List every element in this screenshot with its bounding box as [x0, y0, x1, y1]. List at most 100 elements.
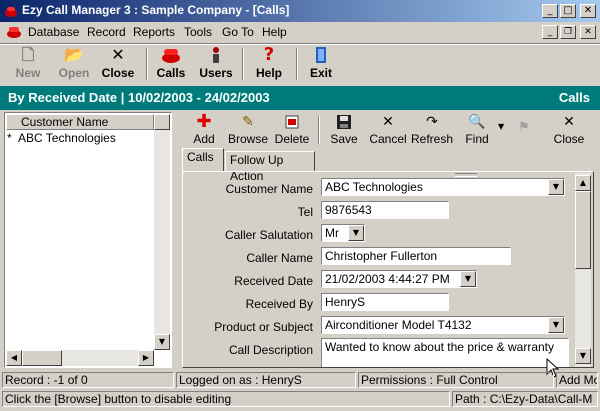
received-by-value: HenryS	[325, 295, 366, 309]
column-header-label: Customer Name	[21, 115, 109, 129]
open-folder-icon: 📂	[64, 45, 84, 64]
form-scroll-thumb[interactable]	[575, 191, 591, 269]
calls-label: Calls	[156, 66, 186, 80]
form-scroll-down-arrow-icon[interactable]: ▼	[575, 348, 591, 364]
calls-form: Customer Name ABC Technologies ▼ Tel 987…	[182, 171, 594, 368]
menu-bar: Database Record Reports Tools Go To Help…	[0, 22, 600, 42]
caller-name-field[interactable]: Christopher Fullerton	[321, 247, 511, 265]
window-title: Ezy Call Manager 3 : Sample Company - [C…	[22, 3, 290, 17]
tab-follow-up-action[interactable]: Follow Up Action	[225, 151, 315, 183]
maximize-button[interactable]: □	[560, 4, 576, 18]
tab-calls[interactable]: Calls	[182, 148, 224, 172]
exit-button[interactable]: Exit	[304, 46, 338, 84]
users-button[interactable]: Users	[196, 46, 236, 84]
menu-tools[interactable]: Tools	[184, 25, 212, 39]
find-button[interactable]: 🔍 Find	[460, 114, 494, 146]
browse-label: Browse	[227, 132, 268, 146]
mdi-restore-button[interactable]: ❐	[560, 25, 576, 39]
delete-button[interactable]: Delete	[272, 114, 312, 146]
menu-record[interactable]: Record	[87, 25, 126, 39]
salutation-dropdown-icon[interactable]: ▼	[348, 225, 364, 241]
product-select[interactable]: Airconditioner Model T4132	[321, 316, 565, 334]
column-header-customer-name[interactable]: Customer Name	[6, 114, 154, 130]
salutation-value: Mr	[325, 226, 339, 240]
minimize-button[interactable]: _	[542, 4, 558, 18]
user-icon	[213, 47, 219, 63]
cancel-button[interactable]: ✕ Cancel	[368, 114, 408, 146]
menu-database[interactable]: Database	[28, 25, 79, 39]
close-x-icon: ✕	[111, 45, 125, 64]
record-status: Record : -1 of 0	[2, 372, 174, 388]
delete-icon	[285, 115, 299, 129]
record-status-text: Record : -1 of 0	[5, 373, 88, 387]
exit-label: Exit	[309, 66, 332, 80]
product-value: Airconditioner Model T4132	[325, 318, 472, 332]
add-button[interactable]: ✚ Add	[186, 111, 222, 147]
band-module: Calls	[558, 90, 590, 105]
mdi-minimize-button[interactable]: _	[542, 25, 558, 39]
form-close-x-icon: ✕	[563, 114, 575, 130]
help-button[interactable]: ? Help	[250, 46, 288, 84]
refresh-button[interactable]: ↷ Refresh	[410, 114, 454, 146]
form-close-button[interactable]: ✕ Close	[550, 114, 588, 146]
exit-door-icon	[316, 47, 326, 63]
menu-help[interactable]: Help	[262, 25, 287, 39]
date-dropdown-icon[interactable]: ▼	[460, 271, 476, 287]
toolbar-separator	[296, 48, 298, 80]
scroll-right-arrow-icon[interactable]: ▶	[138, 350, 154, 366]
customer-name-value: ABC Technologies	[325, 180, 423, 194]
browse-button[interactable]: ✎ Browse	[226, 114, 270, 146]
delete-label: Delete	[274, 132, 310, 146]
cancel-label: Cancel	[369, 132, 407, 146]
flag-icon: ⚑	[518, 120, 530, 135]
mdi-close-button[interactable]: ✕	[580, 25, 596, 39]
customer-list[interactable]: Customer Name * ABC Technologies ▼ ◀ ▶	[4, 112, 172, 368]
refresh-label: Refresh	[410, 132, 454, 146]
new-button[interactable]: 🗋 New	[10, 46, 46, 84]
divider	[0, 44, 600, 45]
received-date-picker[interactable]: 21/02/2003 4:44:27 PM	[321, 270, 477, 288]
product-dropdown-icon[interactable]: ▼	[548, 317, 564, 333]
floppy-disk-icon	[337, 115, 351, 129]
caller-name-value: Christopher Fullerton	[325, 249, 438, 263]
calls-button[interactable]: Calls	[152, 46, 190, 84]
form-scroll-up-arrow-icon[interactable]: ▲	[575, 175, 591, 191]
column-selector-button[interactable]	[154, 114, 170, 130]
call-description-textarea[interactable]: Wanted to know about the price & warrant…	[321, 338, 569, 367]
title-bar: Ezy Call Manager 3 : Sample Company - [C…	[0, 0, 600, 22]
find-magnifier-icon: 🔍	[468, 114, 486, 130]
received-by-field[interactable]: HenryS	[321, 293, 449, 311]
received-date-value: 21/02/2003 4:44:27 PM	[325, 272, 450, 286]
path-status: Path : C:\Ezy-Data\Call-M	[452, 391, 598, 407]
form-close-label: Close	[553, 132, 585, 146]
received-date-label: Received Date	[234, 274, 313, 288]
horizontal-scroll-thumb[interactable]	[22, 350, 62, 366]
scroll-down-arrow-icon[interactable]: ▼	[154, 334, 170, 350]
call-description-value: Wanted to know about the price & warrant…	[325, 340, 555, 354]
band-title: By Received Date | 10/02/2003 - 24/02/20…	[8, 90, 270, 105]
help-question-icon: ?	[263, 44, 275, 65]
row-customer-name: ABC Technologies	[18, 131, 116, 145]
save-button[interactable]: Save	[326, 114, 362, 146]
open-button[interactable]: 📂 Open	[54, 46, 94, 84]
customer-name-select[interactable]: ABC Technologies	[321, 178, 565, 196]
menu-reports[interactable]: Reports	[133, 25, 175, 39]
tab-calls-label: Calls	[187, 150, 214, 164]
plus-icon: ✚	[196, 111, 212, 132]
find-dropdown-arrow-icon[interactable]: ▼	[498, 122, 504, 131]
menu-goto[interactable]: Go To	[222, 25, 254, 39]
users-label: Users	[199, 66, 233, 80]
vertical-scrollbar[interactable]	[154, 130, 170, 350]
resize-grip[interactable]	[455, 173, 477, 177]
panel-splitter[interactable]	[174, 112, 178, 368]
close-window-button[interactable]: ✕	[580, 4, 596, 18]
tel-label: Tel	[297, 205, 313, 219]
list-item[interactable]: * ABC Technologies	[7, 131, 153, 147]
customer-name-dropdown-icon[interactable]: ▼	[548, 179, 564, 195]
mode-status: Add Mo	[556, 372, 598, 388]
tel-field[interactable]: 9876543	[321, 201, 449, 219]
hint-status: Click the [Browse] button to disable edi…	[2, 391, 450, 407]
close-button[interactable]: ✕ Close	[98, 46, 138, 84]
permissions-status-text: Permissions : Full Control	[361, 373, 498, 387]
scroll-left-arrow-icon[interactable]: ◀	[6, 350, 22, 366]
